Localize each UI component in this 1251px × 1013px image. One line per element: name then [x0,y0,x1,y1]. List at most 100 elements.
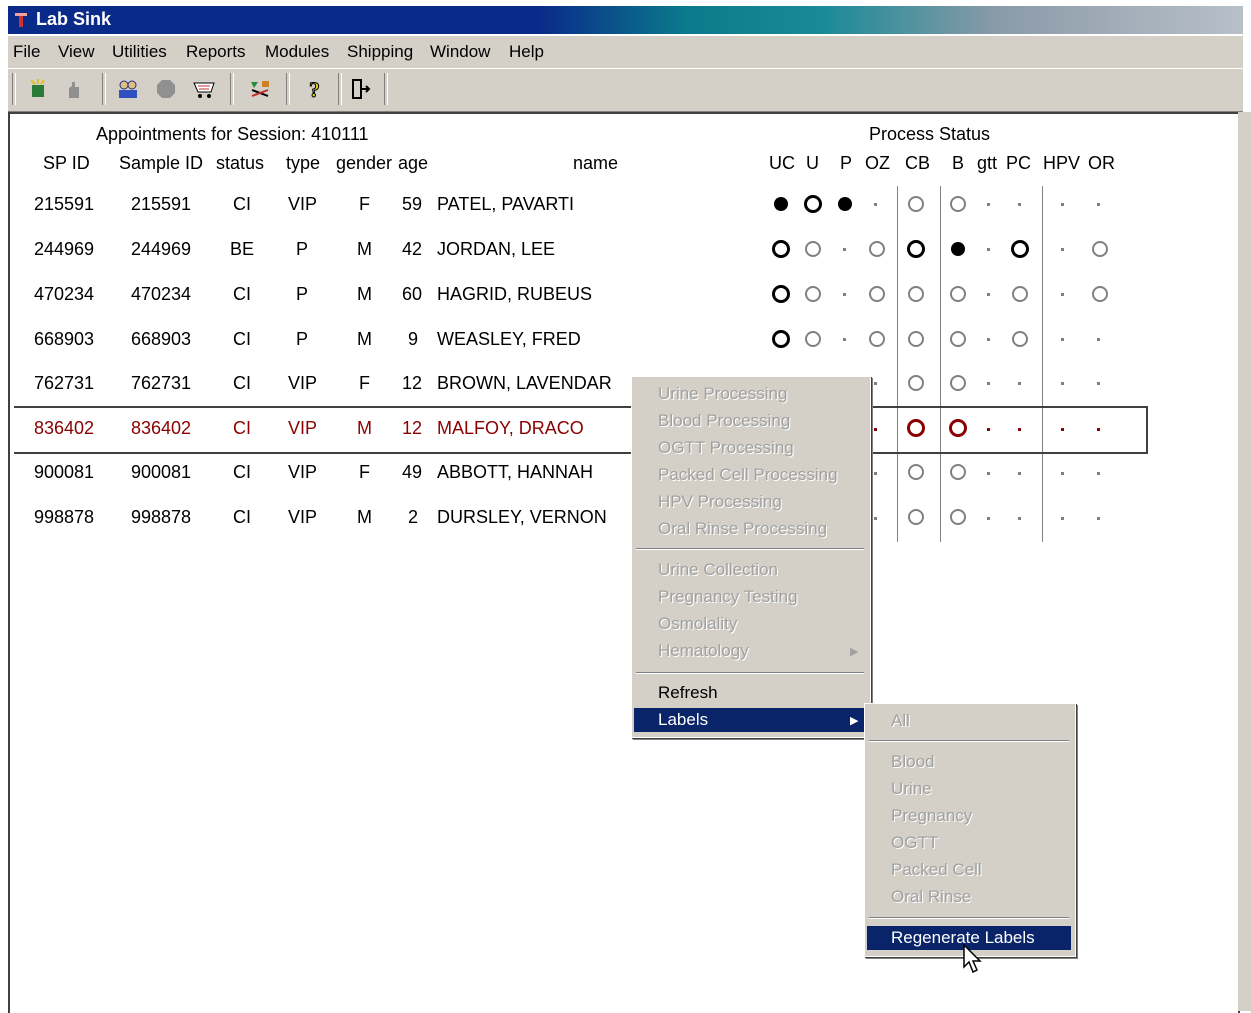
menu-item-refresh[interactable]: Refresh [634,681,864,705]
submenu-item-ogtt[interactable]: OGTT [867,831,1071,855]
cell-status: CI [233,284,251,304]
status-dot [987,293,990,296]
status-bold-ring [772,285,790,303]
menu-utilities[interactable]: Utilities [112,42,167,62]
menu-bar: File View Utilities Reports Modules Ship… [8,36,1243,68]
menu-item-urine-collection[interactable]: Urine Collection [634,558,864,582]
submenu-item-blood[interactable]: Blood [867,750,1071,774]
status-gray-ring [908,286,924,302]
menu-item-hematology[interactable]: Hematology [634,639,864,663]
status-gray-ring [950,196,966,212]
col-b: B [952,153,965,173]
submenu-item-pregnancy[interactable]: Pregnancy [867,804,1071,828]
menu-item-oral-rinse-processing[interactable]: Oral Rinse Processing [634,517,864,541]
status-bold-ring [804,195,822,213]
status-dot [1018,203,1021,206]
menu-window[interactable]: Window [430,42,490,62]
submenu-item-oral-rinse[interactable]: Oral Rinse [867,885,1071,909]
status-dot [874,382,877,385]
status-gray-ring [1012,331,1028,347]
menu-modules[interactable]: Modules [265,42,329,62]
cell-age: 12 [402,373,423,393]
status-filled-dot [951,242,965,256]
cell-sample-id: 215591 [131,194,192,214]
menu-item-blood-processing[interactable]: Blood Processing [634,409,864,433]
cell-type: VIP [288,462,318,482]
menu-item-hpv-processing[interactable]: HPV Processing [634,490,864,514]
menu-separator [636,672,864,674]
cell-name: PATEL, PAVARTI [437,194,575,214]
cell-status: CI [233,507,251,527]
status-dot [1061,517,1064,520]
menu-shipping[interactable]: Shipping [347,42,413,62]
menu-item-urine-processing[interactable]: Urine Processing [634,382,864,406]
status-gray-ring [869,241,885,257]
cell-gender: M [357,418,372,438]
status-dot [1097,338,1100,341]
app-icon [15,13,27,27]
col-status[interactable]: status [216,153,264,174]
menu-item-osmolality[interactable]: Osmolality [634,612,864,636]
col-gender[interactable]: gender [336,153,392,174]
status-dot [1097,472,1100,475]
status-gray-ring [908,196,924,212]
menu-help[interactable]: Help [509,42,544,62]
cell-name: DURSLEY, VERNON [437,507,607,527]
col-sp-id[interactable]: SP ID [43,153,90,174]
cell-type: VIP [288,418,318,438]
cell-age: 60 [402,284,423,304]
toolbar-separator [286,73,290,105]
status-dot [1061,428,1064,431]
stop-icon[interactable] [152,75,180,103]
labels-submenu: All Blood Urine Pregnancy OGTT Packed Ce… [864,703,1076,957]
submenu-item-packed-cell[interactable]: Packed Cell [867,858,1071,882]
status-gray-ring [908,375,924,391]
menu-item-pregnancy-testing[interactable]: Pregnancy Testing [634,585,864,609]
menu-reports[interactable]: Reports [186,42,246,62]
submenu-item-urine[interactable]: Urine [867,777,1071,801]
col-age[interactable]: age [398,153,428,174]
status-dot [1061,203,1064,206]
status-red-ring [949,419,967,437]
menu-item-packed-cell-processing[interactable]: Packed Cell Processing [634,463,864,487]
cell-age: 2 [408,507,419,527]
cell-name: JORDAN, LEE [437,239,556,259]
submenu-arrow-icon: ▶ [850,646,859,658]
window-edge [1238,112,1251,1011]
status-bold-ring [772,330,790,348]
col-uc: UC [769,153,795,173]
title-bar: Lab Sink [8,6,1243,34]
cell-sp-id: 836402 [34,418,95,438]
people-icon[interactable] [114,75,142,103]
menu-item-labels[interactable]: Labels [634,708,864,732]
cell-name: MALFOY, DRACO [437,418,584,438]
status-gray-ring [1092,241,1108,257]
col-type[interactable]: type [286,153,320,174]
cell-name: HAGRID, RUBEUS [437,284,593,304]
cell-sample-id: 900081 [131,462,192,482]
hand-icon[interactable] [60,75,88,103]
menu-item-ogtt-processing[interactable]: OGTT Processing [634,436,864,460]
cell-sample-id: 998878 [131,507,192,527]
cell-status: BE [230,239,255,259]
toolbar-separator [102,73,106,105]
col-sample-id[interactable]: Sample ID [119,153,203,174]
help-icon[interactable]: ? [302,75,330,103]
context-menu: Urine Processing Blood Processing OGTT P… [631,376,871,738]
status-gray-ring [1092,286,1108,302]
exit-icon[interactable] [346,75,374,103]
status-dot [1018,428,1021,431]
cell-type: P [296,329,309,349]
status-dot [874,203,877,206]
menu-file[interactable]: File [13,42,40,62]
status-dot [1018,472,1021,475]
cart-icon[interactable] [190,75,218,103]
submenu-item-all[interactable]: All [867,709,1071,733]
cell-sample-id: 470234 [131,284,192,304]
col-name[interactable]: name [573,153,618,174]
status-gray-ring [950,375,966,391]
status-dot [874,517,877,520]
new-icon[interactable] [24,75,52,103]
menu-view[interactable]: View [58,42,95,62]
chart-icon[interactable] [246,75,274,103]
